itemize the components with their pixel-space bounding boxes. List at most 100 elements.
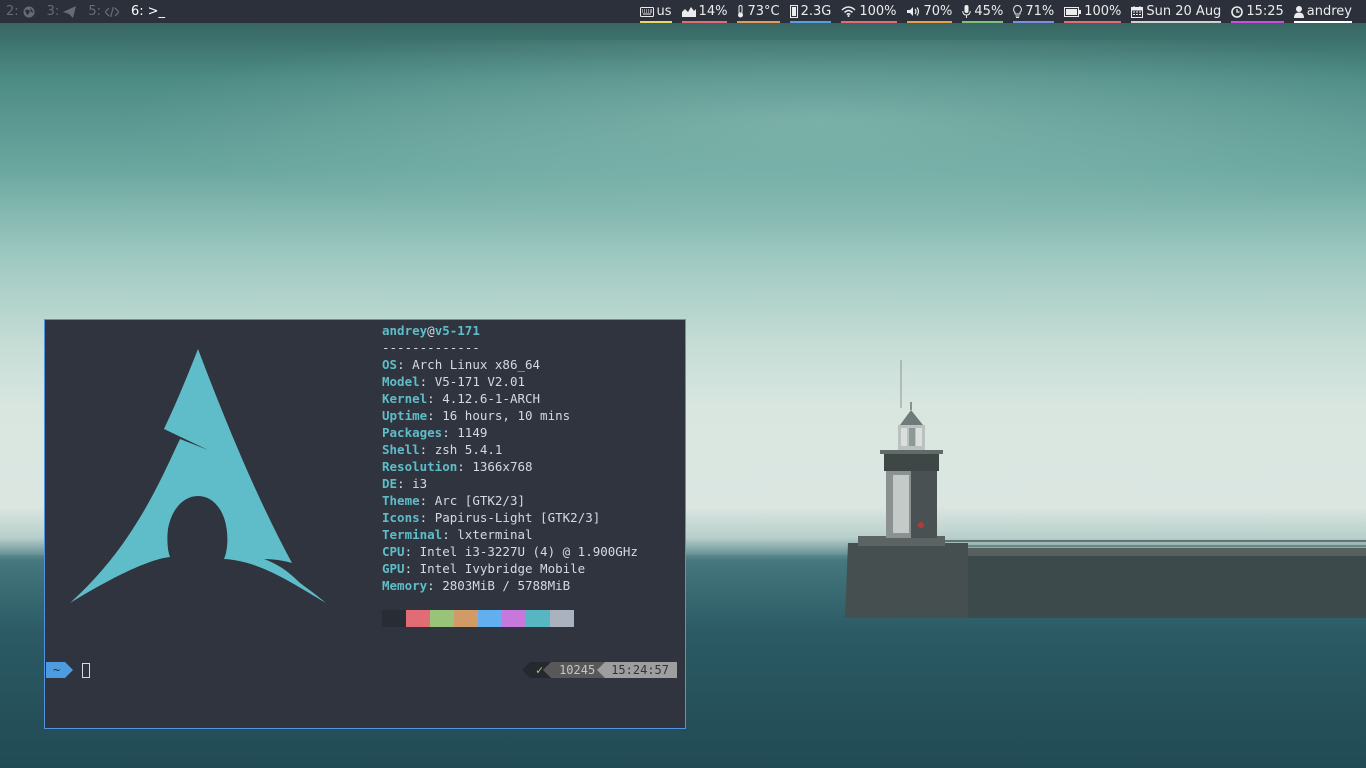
info-row-theme: Theme: Arc [GTK2/3] bbox=[382, 493, 526, 508]
username: andrey bbox=[382, 323, 428, 338]
color-swatch bbox=[382, 610, 406, 627]
info-key: Terminal bbox=[382, 527, 443, 542]
user-value: andrey bbox=[1306, 4, 1352, 19]
lightbulb-icon bbox=[1013, 5, 1023, 18]
info-row-resolution: Resolution: 1366x768 bbox=[382, 459, 533, 474]
separator-line: ------------- bbox=[382, 340, 480, 355]
volume-value: 70% bbox=[923, 4, 953, 19]
brightness-value: 71% bbox=[1025, 4, 1055, 19]
workspace-number: 2: bbox=[6, 4, 19, 19]
info-row-os: OS: Arch Linux x86_64 bbox=[382, 357, 541, 372]
info-value: Papirus-Light [GTK2/3] bbox=[434, 510, 601, 525]
battery-module[interactable]: 100% bbox=[1064, 0, 1122, 23]
color-swatch bbox=[478, 610, 502, 627]
info-row-packages: Packages: 1149 bbox=[382, 425, 488, 440]
memory-module[interactable]: 2.3G bbox=[789, 0, 832, 23]
memory-value: 2.3G bbox=[800, 4, 832, 19]
info-key: Kernel bbox=[382, 391, 428, 406]
segment-arrow bbox=[543, 662, 552, 678]
info-row-shell: Shell: zsh 5.4.1 bbox=[382, 442, 503, 457]
info-row-memory: Memory: 2803MiB / 5788MiB bbox=[382, 578, 571, 593]
workspace-3[interactable]: 3: bbox=[41, 0, 83, 23]
status-modules: us 14% 73°C 2.3G 100% 70% 45% 71% 100% S… bbox=[639, 0, 1352, 23]
info-key: GPU bbox=[382, 561, 405, 576]
info-row-model: Model: V5-171 V2.01 bbox=[382, 374, 526, 389]
workspace-number: 3: bbox=[46, 4, 60, 19]
code-icon bbox=[104, 6, 119, 17]
info-value: 1366x768 bbox=[472, 459, 533, 474]
info-key: Model bbox=[382, 374, 420, 389]
color-swatch bbox=[430, 610, 454, 627]
prompt-arrow bbox=[65, 662, 74, 678]
keyboard-icon bbox=[639, 6, 654, 17]
color-swatch bbox=[406, 610, 430, 627]
info-key: Packages bbox=[382, 425, 443, 440]
segment-arrow bbox=[521, 662, 530, 678]
microphone-icon bbox=[962, 5, 972, 18]
info-value: Intel Ivybridge Mobile bbox=[419, 561, 586, 576]
info-key: OS bbox=[382, 357, 398, 372]
info-value: lxterminal bbox=[457, 527, 533, 542]
cpu-value: 14% bbox=[698, 4, 728, 19]
workspace-6[interactable]: 6: >_ bbox=[125, 0, 171, 23]
info-value: 2803MiB / 5788MiB bbox=[442, 578, 571, 593]
temperature-module[interactable]: 73°C bbox=[737, 0, 780, 23]
workspace-list: 2: 3: 5: 6: >_ bbox=[0, 0, 171, 23]
microphone-module[interactable]: 45% bbox=[962, 0, 1004, 23]
color-swatch bbox=[454, 610, 478, 627]
date-module[interactable]: Sun 20 Aug bbox=[1131, 0, 1222, 23]
hostname: v5-171 bbox=[434, 323, 480, 338]
wifi-module[interactable]: 100% bbox=[841, 0, 897, 23]
workspace-5[interactable]: 5: bbox=[82, 0, 125, 23]
info-value: 4.12.6-1-ARCH bbox=[442, 391, 541, 406]
shell-prompt: ~ bbox=[46, 662, 91, 678]
user-icon bbox=[1293, 5, 1304, 18]
microphone-value: 45% bbox=[974, 4, 1004, 19]
user-module[interactable]: andrey bbox=[1293, 0, 1352, 23]
right-prompt: ✓ 10245 15:24:57 bbox=[521, 662, 677, 678]
workspace-number: 6: bbox=[130, 4, 144, 19]
cpu-module[interactable]: 14% bbox=[681, 0, 728, 23]
info-key: CPU bbox=[382, 544, 405, 559]
date-value: Sun 20 Aug bbox=[1146, 4, 1222, 19]
info-key: Resolution bbox=[382, 459, 458, 474]
info-row-terminal: Terminal: lxterminal bbox=[382, 527, 533, 542]
prompt-time: 15:24:57 bbox=[605, 662, 677, 678]
wifi-value: 100% bbox=[859, 4, 897, 19]
info-key: Icons bbox=[382, 510, 420, 525]
workspace-number: 5: bbox=[88, 4, 101, 19]
at-sign: @ bbox=[427, 323, 435, 338]
info-row-cpu: CPU: Intel i3-3227U (4) @ 1.900GHz bbox=[382, 544, 638, 559]
memory-icon bbox=[789, 5, 798, 18]
battery-icon bbox=[1064, 6, 1082, 17]
color-palette bbox=[382, 610, 574, 627]
info-value: 1149 bbox=[457, 425, 488, 440]
terminal-window[interactable]: andrey@v5-171 ------------- OS: Arch Lin… bbox=[44, 319, 686, 729]
thermometer-icon bbox=[738, 5, 744, 18]
calendar-icon bbox=[1131, 5, 1144, 18]
info-row-icons: Icons: Papirus-Light [GTK2/3] bbox=[382, 510, 601, 525]
segment-arrow bbox=[597, 662, 606, 678]
chart-icon bbox=[681, 7, 696, 17]
send-icon bbox=[63, 5, 77, 18]
keyboard-layout-module[interactable]: us bbox=[639, 0, 672, 23]
info-value: Intel i3-3227U (4) @ 1.900GHz bbox=[419, 544, 638, 559]
volume-module[interactable]: 70% bbox=[906, 0, 953, 23]
text-cursor[interactable] bbox=[82, 662, 91, 678]
info-key: Shell bbox=[382, 442, 420, 457]
time-module[interactable]: 15:25 bbox=[1231, 0, 1284, 23]
info-key: Theme bbox=[382, 493, 420, 508]
info-value: V5-171 V2.01 bbox=[434, 374, 526, 389]
status-bar: 2: 3: 5: 6: >_ us 14% 73°C 2.3G 100% 70%… bbox=[0, 0, 1366, 23]
brightness-module[interactable]: 71% bbox=[1013, 0, 1055, 23]
system-info: andrey@v5-171 ------------- OS: Arch Lin… bbox=[382, 322, 638, 594]
info-value: 16 hours, 10 mins bbox=[442, 408, 571, 423]
info-row-kernel: Kernel: 4.12.6-1-ARCH bbox=[382, 391, 541, 406]
keyboard-layout-value: us bbox=[656, 4, 672, 19]
terminal-icon: >_ bbox=[147, 4, 166, 19]
wifi-icon bbox=[841, 6, 856, 17]
globe-icon bbox=[23, 6, 35, 17]
clock-icon bbox=[1231, 5, 1244, 18]
info-key: Uptime bbox=[382, 408, 428, 423]
workspace-2[interactable]: 2: bbox=[0, 0, 41, 23]
